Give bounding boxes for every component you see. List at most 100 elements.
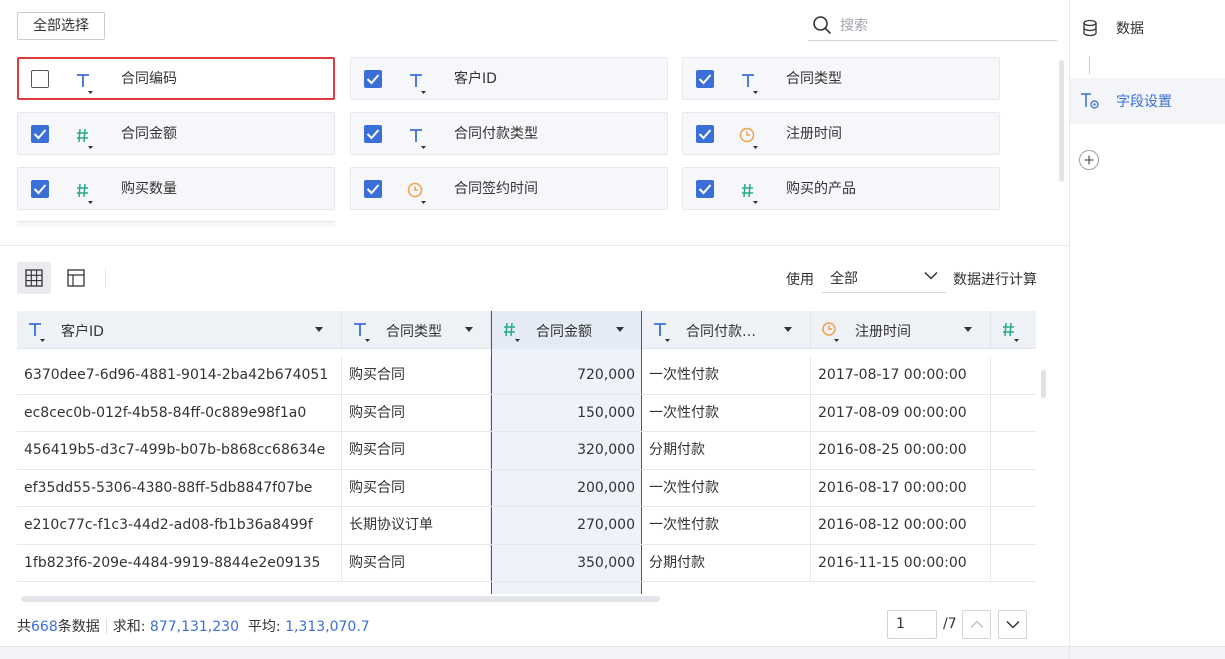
sum-value: 877,131,230 bbox=[149, 619, 239, 635]
table-cell[interactable]: 购买合同 bbox=[342, 469, 491, 507]
table-row[interactable]: ef35dd55-5306-4380-88ff-5db8847f07be 购买合… bbox=[17, 469, 1036, 507]
table-cell[interactable]: 150,000 bbox=[491, 395, 642, 432]
table-cell[interactable]: 2017-08-09 00:00:00 bbox=[811, 394, 991, 432]
table-cell[interactable]: 长期协议订单 bbox=[342, 507, 491, 544]
table-cell[interactable]: 200,000 bbox=[491, 470, 642, 507]
field-grid-scrollbar[interactable] bbox=[1059, 60, 1064, 182]
table-cell[interactable]: 购买合同 bbox=[342, 432, 491, 469]
table-cell[interactable]: 456419b5-d3c7-499b-b07b-b868cc68634e bbox=[17, 432, 342, 469]
add-step-button[interactable] bbox=[1079, 150, 1099, 170]
table-cell[interactable]: 一次性付款 bbox=[642, 394, 811, 432]
grid-view-button[interactable] bbox=[17, 262, 51, 294]
prev-page-button[interactable] bbox=[962, 610, 991, 639]
table-cell[interactable]: e210c77c-f1c3-44d2-ad08-fb1b36a8499f bbox=[17, 507, 342, 544]
column-menu-icon[interactable] bbox=[784, 327, 792, 332]
field-checkbox[interactable] bbox=[696, 70, 714, 88]
table-cell[interactable]: 一次性付款 bbox=[642, 507, 811, 544]
field-card[interactable]: 合同金额 bbox=[17, 112, 335, 155]
field-card[interactable]: 合同付款类型 bbox=[350, 112, 668, 155]
field-card[interactable]: 合同编码 bbox=[17, 57, 335, 100]
field-card[interactable]: 购买数量 bbox=[17, 167, 335, 210]
field-checkbox[interactable] bbox=[696, 125, 714, 143]
table-cell[interactable]: 2016-11-15 00:00:00 bbox=[811, 544, 991, 582]
chevron-down-icon bbox=[1006, 620, 1020, 629]
table-row[interactable]: 456419b5-d3c7-499b-b07b-b868cc68634e 购买合… bbox=[17, 432, 1036, 470]
data-scope-value: 全部 bbox=[830, 271, 858, 287]
chevron-down-icon bbox=[924, 271, 938, 280]
field-selection-grid: 合同编码 客户ID 合同类型 合同金额 合同付款类型 注册时间 购买数量 合同签… bbox=[17, 57, 1057, 227]
table-row[interactable]: e210c77c-f1c3-44d2-ad08-fb1b36a8499f 长期协… bbox=[17, 507, 1036, 545]
number-type-icon bbox=[1003, 322, 1019, 342]
number-type-icon bbox=[504, 322, 520, 342]
search-box[interactable] bbox=[808, 12, 1057, 41]
table-vertical-scrollbar[interactable] bbox=[1041, 370, 1046, 398]
avg-label: 平均: bbox=[247, 619, 281, 635]
column-header-label: 合同金额 bbox=[536, 324, 592, 340]
table-cell[interactable]: 一次性付款 bbox=[642, 357, 811, 394]
column-header[interactable]: 客户ID bbox=[17, 311, 342, 349]
table-cell[interactable]: 320,000 bbox=[491, 432, 642, 469]
table-cell[interactable]: 一次性付款 bbox=[642, 469, 811, 507]
sidebar-step-data[interactable]: 数据 bbox=[1070, 5, 1225, 51]
column-header[interactable]: 注册时间 bbox=[811, 311, 991, 349]
table-horizontal-scrollbar[interactable] bbox=[21, 596, 660, 602]
search-input[interactable] bbox=[840, 15, 1050, 37]
summary-separator bbox=[105, 618, 107, 634]
table-cell[interactable]: 2017-08-17 00:00:00 bbox=[811, 357, 991, 394]
table-row[interactable]: 6370dee7-6d96-4881-9014-2ba42b674051 购买合… bbox=[17, 357, 1036, 395]
sum-label: 求和: bbox=[112, 619, 146, 635]
table-cell[interactable]: 6370dee7-6d96-4881-9014-2ba42b674051 bbox=[17, 357, 342, 394]
field-checkbox[interactable] bbox=[31, 125, 49, 143]
table-cell[interactable]: ef35dd55-5306-4380-88ff-5db8847f07be bbox=[17, 469, 342, 507]
field-checkbox[interactable] bbox=[31, 70, 49, 88]
table-cell[interactable]: 分期付款 bbox=[642, 544, 811, 582]
table-row[interactable]: 1fb823f6-209e-4484-9919-8844e2e09135 购买合… bbox=[17, 544, 1036, 582]
field-card[interactable]: 购买的产品 bbox=[682, 167, 1000, 210]
next-page-button[interactable] bbox=[998, 610, 1027, 639]
column-menu-icon[interactable] bbox=[315, 327, 323, 332]
table-cell[interactable]: 购买合同 bbox=[342, 357, 491, 394]
table-cell[interactable]: 1fb823f6-209e-4484-9919-8844e2e09135 bbox=[17, 544, 342, 582]
table-row[interactable]: ec8cec0b-012f-4b58-84ff-0c889e98f1a0 购买合… bbox=[17, 394, 1036, 432]
layout-view-icon bbox=[67, 269, 85, 287]
table-cell[interactable]: 2016-08-17 00:00:00 bbox=[811, 469, 991, 507]
column-header[interactable]: 合同金额 bbox=[491, 311, 642, 349]
column-header[interactable]: 合同类型 bbox=[342, 311, 491, 349]
toolbar-separator bbox=[105, 268, 106, 288]
select-all-button[interactable]: 全部选择 bbox=[17, 12, 105, 40]
bottom-status-strip bbox=[0, 646, 1225, 659]
sidebar-step-field-settings[interactable]: 字段设置 bbox=[1070, 78, 1225, 124]
field-checkbox[interactable] bbox=[31, 180, 49, 198]
table-cell[interactable]: ec8cec0b-012f-4b58-84ff-0c889e98f1a0 bbox=[17, 394, 342, 432]
column-menu-icon[interactable] bbox=[964, 327, 972, 332]
field-checkbox[interactable] bbox=[696, 180, 714, 198]
table-cell[interactable]: 270,000 bbox=[491, 507, 642, 544]
field-card[interactable]: 客户ID bbox=[350, 57, 668, 100]
table-cell[interactable]: 2016-08-12 00:00:00 bbox=[811, 507, 991, 544]
field-checkbox[interactable] bbox=[364, 180, 382, 198]
table-cell[interactable]: 2016-08-25 00:00:00 bbox=[811, 432, 991, 469]
date-type-icon bbox=[407, 182, 426, 204]
column-header-label: 合同类型 bbox=[386, 324, 442, 340]
table-cell[interactable]: 购买合同 bbox=[342, 394, 491, 432]
column-header[interactable]: 合同付款… bbox=[642, 311, 811, 349]
layout-view-button[interactable] bbox=[59, 262, 93, 294]
table-cell[interactable]: 350,000 bbox=[491, 545, 642, 582]
text-type-icon bbox=[29, 323, 45, 342]
page-number-input[interactable]: 1 bbox=[887, 610, 937, 639]
field-name: 合同类型 bbox=[786, 71, 842, 87]
table-cell[interactable]: 分期付款 bbox=[642, 432, 811, 469]
field-checkbox[interactable] bbox=[364, 125, 382, 143]
field-card[interactable]: 合同签约时间 bbox=[350, 167, 668, 210]
column-menu-icon[interactable] bbox=[465, 327, 473, 332]
field-card[interactable]: 合同类型 bbox=[682, 57, 1000, 100]
field-card[interactable]: 注册时间 bbox=[682, 112, 1000, 155]
column-menu-icon[interactable] bbox=[616, 327, 624, 332]
field-name: 购买的产品 bbox=[786, 181, 856, 197]
data-scope-select[interactable]: 全部 bbox=[822, 262, 946, 293]
field-checkbox[interactable] bbox=[364, 70, 382, 88]
table-cell[interactable]: 购买合同 bbox=[342, 544, 491, 582]
number-type-icon bbox=[77, 128, 93, 149]
column-header[interactable] bbox=[991, 311, 1036, 349]
table-cell[interactable]: 720,000 bbox=[491, 357, 642, 394]
